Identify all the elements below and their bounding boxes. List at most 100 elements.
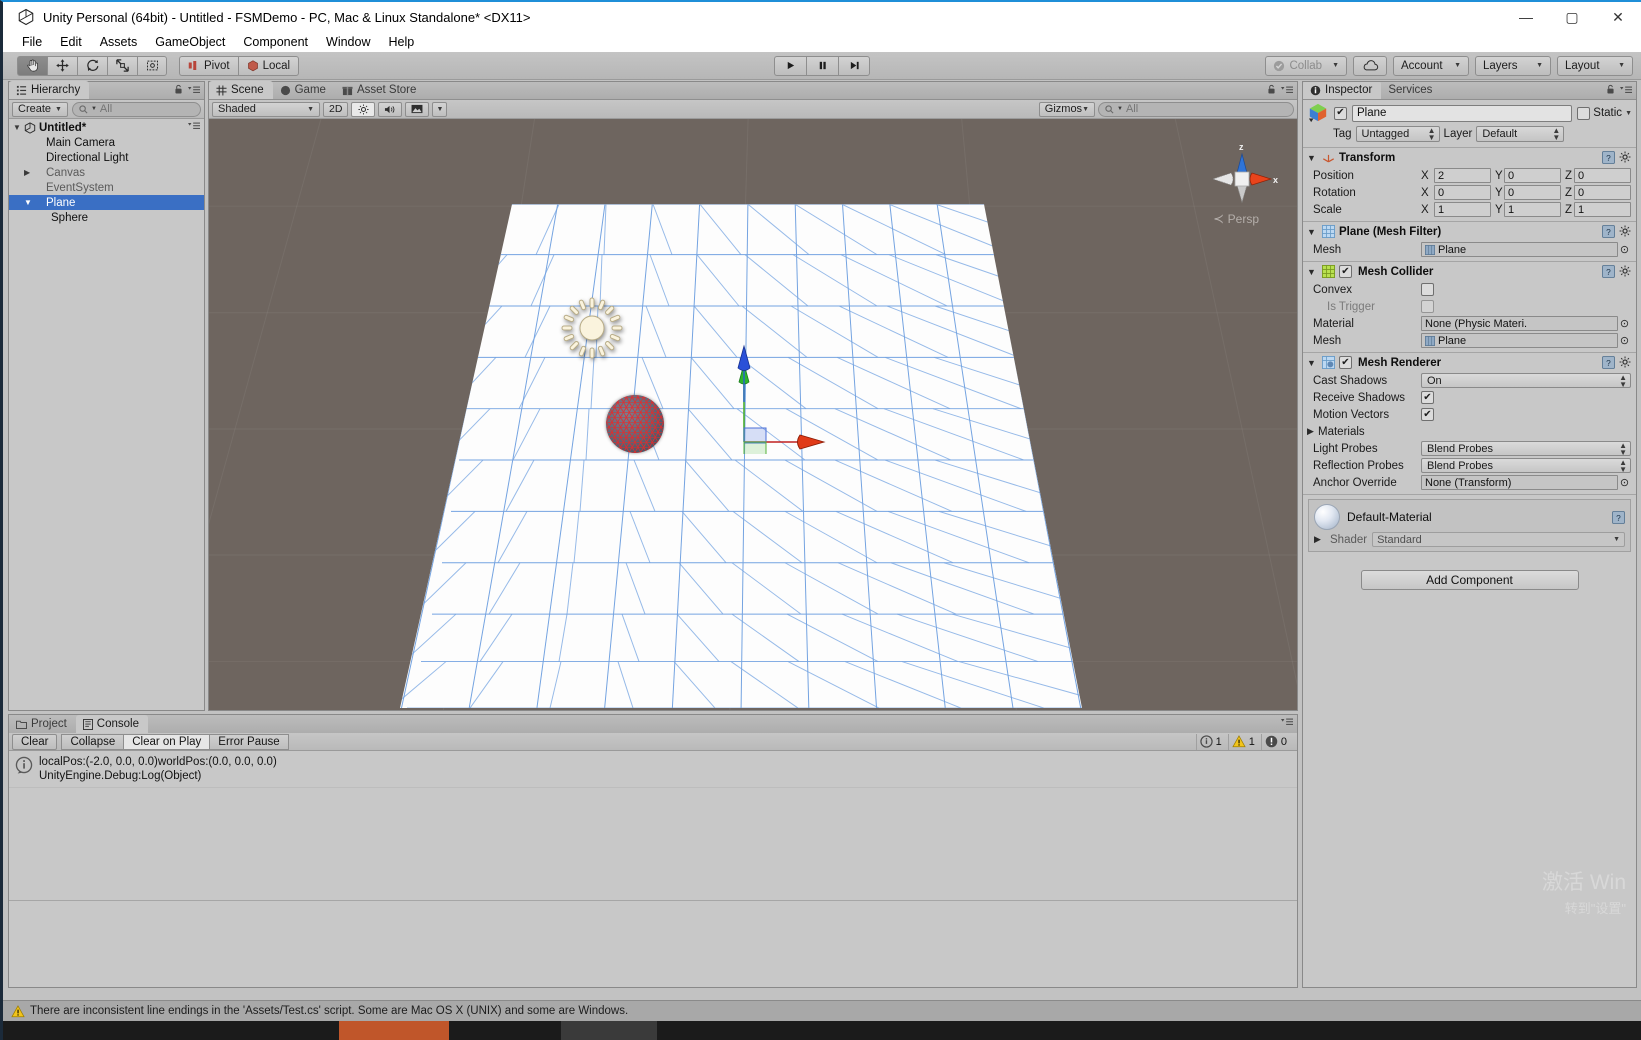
foldout-arrow-icon[interactable]: ▶ (1307, 426, 1318, 437)
reflection-probes-dropdown[interactable]: Blend Probes ▲ ▼ (1421, 458, 1631, 473)
gameobject-enabled-checkbox[interactable] (1334, 106, 1347, 120)
scene-view-orientation-gizmo[interactable]: z x (1201, 139, 1283, 217)
tab-console[interactable]: Console (75, 715, 148, 733)
gear-icon[interactable] (1619, 356, 1632, 369)
materials-row[interactable]: ▶ Materials (1303, 423, 1636, 440)
object-picker-icon[interactable]: ⊙ (1618, 317, 1631, 330)
scene-effects-dropdown[interactable]: ▼ (432, 101, 448, 117)
pause-button[interactable] (806, 55, 838, 76)
rotation-z-input[interactable]: 0 (1574, 185, 1631, 200)
status-bar[interactable]: There are inconsistent line endings in t… (3, 1000, 1641, 1021)
foldout-arrow-icon[interactable]: ▼ (13, 123, 24, 132)
2d-toggle-button[interactable]: 2D (323, 101, 349, 117)
rotation-y-input[interactable]: 0 (1504, 185, 1561, 200)
add-component-button[interactable]: Add Component (1360, 570, 1579, 590)
info-count[interactable]: 1 (1195, 733, 1228, 750)
panel-menu-icon[interactable] (1281, 717, 1293, 727)
hierarchy-item-eventsystem[interactable]: EventSystem (9, 180, 204, 195)
error-count[interactable]: 0 (1260, 733, 1293, 750)
pivot-toggle-button[interactable]: Pivot (179, 55, 238, 76)
cast-shadows-dropdown[interactable]: On ▲ ▼ (1421, 373, 1631, 388)
position-x-input[interactable]: 2 (1434, 168, 1491, 183)
chevron-down-icon[interactable]: ▼ (1625, 110, 1632, 117)
menu-component[interactable]: Component (234, 34, 317, 50)
scene-viewport[interactable]: ≺ Persp z x (209, 119, 1297, 710)
tab-game[interactable]: Game (273, 81, 335, 99)
object-picker-icon[interactable]: ⊙ (1618, 476, 1631, 489)
gear-icon[interactable] (1619, 265, 1632, 278)
shader-dropdown[interactable]: Standard ▼ (1372, 532, 1625, 547)
panel-menu-icon[interactable] (1281, 85, 1293, 95)
menu-window[interactable]: Window (317, 34, 379, 50)
component-header[interactable]: ▼ Mesh Collider ? (1303, 262, 1636, 281)
foldout-arrow-icon[interactable]: ▶ (1314, 534, 1325, 545)
hierarchy-scene-root[interactable]: ▼ Untitled* (9, 120, 204, 135)
lock-icon[interactable] (174, 84, 183, 95)
tab-scene[interactable]: Scene (209, 81, 273, 99)
layer-dropdown[interactable]: Default ▲ ▼ (1476, 126, 1565, 142)
warning-count[interactable]: 1 (1227, 733, 1261, 750)
help-icon[interactable]: ? (1612, 510, 1625, 524)
rotation-x-input[interactable]: 0 (1434, 185, 1491, 200)
help-icon[interactable]: ? (1602, 356, 1615, 369)
foldout-arrow-icon[interactable]: ▼ (1307, 358, 1318, 368)
object-picker-icon[interactable]: ⊙ (1618, 243, 1631, 256)
help-icon[interactable]: ? (1602, 225, 1615, 238)
foldout-arrow-icon[interactable]: ▼ (1307, 267, 1318, 277)
collapse-button[interactable]: Collapse (61, 733, 124, 750)
tag-dropdown[interactable]: Untagged ▲ ▼ (1355, 126, 1440, 142)
transform-move-gizmo[interactable] (714, 344, 844, 464)
layers-dropdown[interactable]: Layers ▼ (1475, 55, 1551, 76)
step-button[interactable] (838, 55, 870, 76)
foldout-arrow-icon[interactable]: ▼ (1307, 153, 1318, 163)
tab-hierarchy[interactable]: Hierarchy (9, 81, 90, 99)
panel-menu-icon[interactable] (1620, 85, 1632, 95)
scale-tool-button[interactable] (107, 55, 137, 76)
gear-icon[interactable] (1619, 225, 1632, 238)
scale-x-input[interactable]: 1 (1434, 202, 1491, 217)
taskbar-item[interactable] (115, 1021, 227, 1040)
clear-button[interactable]: Clear (12, 733, 58, 750)
foldout-arrow-icon[interactable]: ▶ (24, 168, 35, 177)
scale-y-input[interactable]: 1 (1504, 202, 1561, 217)
console-log-entry[interactable]: localPos:(-2.0, 0.0, 0.0)worldPos:(0.0, … (9, 751, 1297, 788)
menu-edit[interactable]: Edit (51, 34, 91, 50)
local-toggle-button[interactable]: Local (237, 55, 300, 76)
collider-mesh-field[interactable]: Plane (1421, 333, 1618, 348)
menu-assets[interactable]: Assets (91, 34, 147, 50)
help-icon[interactable]: ? (1602, 265, 1615, 278)
gameobject-name-input[interactable]: Plane (1352, 104, 1573, 122)
motion-vectors-checkbox[interactable] (1421, 408, 1434, 421)
receive-shadows-checkbox[interactable] (1421, 391, 1434, 404)
help-icon[interactable]: ? (1602, 151, 1615, 164)
component-header[interactable]: ▼ Plane (Mesh Filter) ? (1303, 222, 1636, 241)
physic-material-field[interactable]: None (Physic Materi. (1421, 316, 1618, 331)
tab-asset-store[interactable]: Asset Store (335, 81, 425, 99)
scene-search-input[interactable]: ▼ All (1098, 101, 1294, 117)
gear-icon[interactable] (1619, 151, 1632, 164)
scene-menu-icon[interactable] (188, 121, 200, 131)
taskbar-item-active[interactable] (339, 1021, 449, 1040)
sphere-object[interactable] (606, 395, 664, 453)
taskbar-item[interactable] (657, 1021, 769, 1040)
component-header[interactable]: ▼ Transform ? (1303, 148, 1636, 167)
directional-light-gizmo[interactable] (561, 297, 623, 359)
hierarchy-item-main-camera[interactable]: Main Camera (9, 135, 204, 150)
hierarchy-item-plane[interactable]: ▼ Plane (9, 195, 204, 210)
mesh-renderer-enabled-checkbox[interactable] (1339, 356, 1352, 369)
component-header[interactable]: ▼ Mesh Renderer ? (1303, 353, 1636, 372)
console-log-list[interactable]: localPos:(-2.0, 0.0, 0.0)worldPos:(0.0, … (9, 751, 1297, 900)
hierarchy-item-canvas[interactable]: ▶ Canvas (9, 165, 204, 180)
layout-dropdown[interactable]: Layout ▼ (1557, 55, 1633, 76)
tab-services[interactable]: Services (1381, 82, 1441, 99)
menu-file[interactable]: File (13, 34, 51, 50)
lock-icon[interactable] (1606, 84, 1615, 95)
draw-mode-dropdown[interactable]: Shaded ▼ (212, 101, 320, 117)
menu-help[interactable]: Help (379, 34, 423, 50)
foldout-arrow-icon[interactable]: ▼ (24, 198, 35, 207)
create-button[interactable]: Create ▼ (12, 101, 68, 117)
tab-inspector[interactable]: Inspector (1303, 82, 1382, 99)
hierarchy-item-sphere[interactable]: Sphere (9, 210, 204, 225)
static-checkbox[interactable] (1577, 106, 1591, 120)
scale-z-input[interactable]: 1 (1574, 202, 1631, 217)
